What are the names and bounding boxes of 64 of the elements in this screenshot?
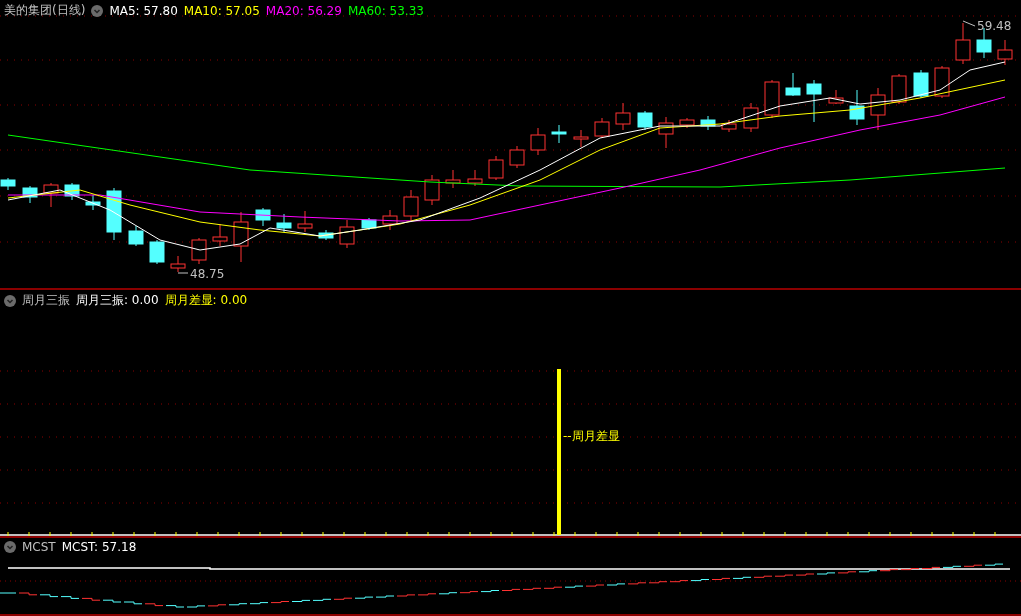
moving-average-value: MA10: 57.05: [183, 3, 260, 18]
candlestick: [85, 194, 101, 211]
candlestick: [870, 87, 886, 131]
candlestick: [743, 102, 759, 133]
indicator-title: MCST: [22, 540, 56, 554]
candlestick: [891, 73, 907, 105]
candlestick: [658, 116, 674, 149]
moving-average-value: MA60: 53.33: [347, 3, 424, 18]
candlestick: [679, 117, 695, 129]
candlestick: [530, 127, 546, 156]
candlestick: [551, 124, 567, 144]
high-price-label: 59.48: [977, 19, 1012, 33]
candlestick: [170, 255, 186, 273]
candlestick: [955, 22, 971, 65]
candlestick: [700, 115, 716, 131]
candlestick: [913, 69, 929, 99]
indicator-value: 周月三振: 0.00: [76, 292, 159, 309]
candlestick: [191, 237, 207, 265]
indicator-title: 周月三振: [22, 292, 70, 309]
candlestick: [785, 72, 801, 97]
candlestick: [339, 219, 355, 249]
candlestick: [764, 79, 780, 119]
candlestick: [997, 39, 1013, 66]
candlestick: [276, 213, 292, 233]
candlestick: [573, 129, 589, 148]
indicator-value: 周月差显: 0.00: [164, 292, 248, 309]
candlestick: [128, 225, 144, 247]
candlestick: [22, 185, 38, 204]
candlestick: [828, 89, 844, 105]
leader-line: [177, 272, 189, 274]
indicator-value: MCST: 57.18: [61, 540, 137, 554]
candlestick: [382, 209, 398, 231]
candlestick: [149, 239, 165, 265]
candlestick: [806, 79, 822, 123]
candlestick: [467, 169, 483, 187]
collapse-icon[interactable]: [4, 541, 16, 553]
candlestick: [403, 189, 419, 221]
candlestick: [637, 110, 653, 131]
candlestick: [318, 229, 334, 241]
candlestick: [488, 155, 504, 181]
candlestick: [594, 117, 610, 139]
candlestick: [445, 169, 461, 189]
candlestick: [509, 145, 525, 169]
candlestick: [721, 119, 737, 133]
moving-average-value: MA20: 56.29: [265, 3, 342, 18]
low-price-label: 48.75: [190, 267, 225, 281]
candlestick: [43, 182, 59, 208]
candlestick: [361, 217, 377, 231]
candlestick: [106, 187, 122, 241]
candlestick: [424, 174, 440, 206]
leader-line: [962, 20, 976, 27]
candlestick: [255, 207, 271, 227]
chart-title: 美的集团(日线): [4, 2, 86, 19]
collapse-icon[interactable]: [91, 4, 104, 17]
collapse-icon[interactable]: [4, 294, 16, 307]
candlestick: [615, 102, 631, 131]
candlestick: [64, 182, 80, 201]
candlestick: [233, 211, 249, 263]
candlestick: [849, 89, 865, 126]
candlestick: [297, 210, 313, 233]
moving-average-value: MA5: 57.80: [109, 3, 178, 18]
candlestick: [212, 223, 228, 247]
candlestick: [0, 177, 16, 191]
bar-label: --周月差显: [563, 428, 620, 445]
